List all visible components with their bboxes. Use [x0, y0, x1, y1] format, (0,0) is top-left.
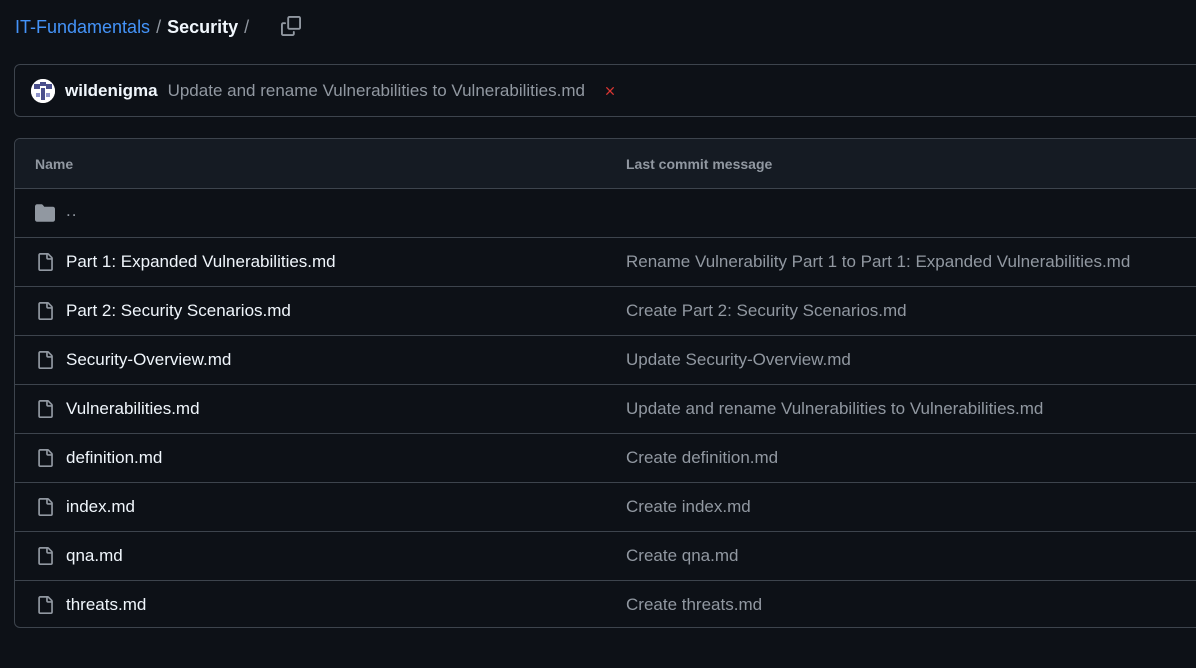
- file-icon: [35, 252, 55, 272]
- file-name-link[interactable]: definition.md: [66, 448, 162, 468]
- file-commit-message-link[interactable]: Create threats.md: [626, 595, 762, 615]
- commit-message-link[interactable]: Update and rename Vulnerabilities to Vul…: [168, 81, 585, 101]
- parent-directory-link[interactable]: ..: [66, 201, 77, 221]
- table-row[interactable]: threats.md Create threats.md: [15, 581, 1196, 627]
- commit-status-button[interactable]: [603, 84, 617, 98]
- file-name-link[interactable]: Part 2: Security Scenarios.md: [66, 301, 291, 321]
- file-name-link[interactable]: Part 1: Expanded Vulnerabilities.md: [66, 252, 336, 272]
- file-name-link[interactable]: Vulnerabilities.md: [66, 399, 200, 419]
- file-icon: [35, 497, 55, 517]
- file-commit-message-link[interactable]: Create qna.md: [626, 546, 738, 566]
- column-header-last-commit: Last commit message: [626, 156, 773, 172]
- file-table: Name Last commit message .. Part 1: Expa…: [14, 138, 1196, 628]
- table-row[interactable]: qna.md Create qna.md: [15, 532, 1196, 581]
- file-commit-message-link[interactable]: Rename Vulnerability Part 1 to Part 1: E…: [626, 252, 1130, 272]
- file-icon: [35, 350, 55, 370]
- table-row[interactable]: index.md Create index.md: [15, 483, 1196, 532]
- file-commit-message-link[interactable]: Update Security-Overview.md: [626, 350, 851, 370]
- file-icon: [35, 595, 55, 615]
- file-icon: [35, 546, 55, 566]
- x-icon: [606, 86, 614, 95]
- breadcrumb-trailing-separator: /: [244, 16, 250, 37]
- breadcrumb: IT-Fundamentals / Security /: [15, 14, 255, 40]
- file-icon: [35, 448, 55, 468]
- breadcrumb-separator: /: [156, 16, 162, 37]
- file-commit-message-link[interactable]: Create index.md: [626, 497, 751, 517]
- avatar-identicon: [31, 78, 55, 103]
- commit-author[interactable]: wildenigma: [65, 81, 158, 101]
- file-commit-message-link[interactable]: Update and rename Vulnerabilities to Vul…: [626, 399, 1043, 419]
- table-row[interactable]: Security-Overview.md Update Security-Ove…: [15, 336, 1196, 385]
- breadcrumb-repo-link[interactable]: IT-Fundamentals: [15, 17, 150, 38]
- file-name-link[interactable]: Security-Overview.md: [66, 350, 231, 370]
- file-name-link[interactable]: threats.md: [66, 595, 146, 615]
- table-row[interactable]: Part 1: Expanded Vulnerabilities.md Rena…: [15, 238, 1196, 287]
- folder-icon: [35, 203, 55, 223]
- breadcrumb-current-folder: Security: [167, 16, 239, 37]
- latest-commit-bar: wildenigma Update and rename Vulnerabili…: [14, 64, 1196, 117]
- table-row[interactable]: Part 2: Security Scenarios.md Create Par…: [15, 287, 1196, 336]
- copy-path-button[interactable]: [278, 13, 304, 39]
- table-header: Name Last commit message: [15, 139, 1196, 189]
- file-name-link[interactable]: qna.md: [66, 546, 123, 566]
- file-icon: [35, 301, 55, 321]
- file-icon: [35, 399, 55, 419]
- table-row[interactable]: definition.md Create definition.md: [15, 434, 1196, 483]
- file-commit-message-link[interactable]: Create definition.md: [626, 448, 778, 468]
- copy-icon: [281, 16, 301, 36]
- file-commit-message-link[interactable]: Create Part 2: Security Scenarios.md: [626, 301, 907, 321]
- column-header-name: Name: [35, 156, 74, 172]
- parent-directory-row[interactable]: ..: [15, 189, 1196, 238]
- file-name-link[interactable]: index.md: [66, 497, 135, 517]
- table-row[interactable]: Vulnerabilities.md Update and rename Vul…: [15, 385, 1196, 434]
- avatar[interactable]: [31, 78, 55, 103]
